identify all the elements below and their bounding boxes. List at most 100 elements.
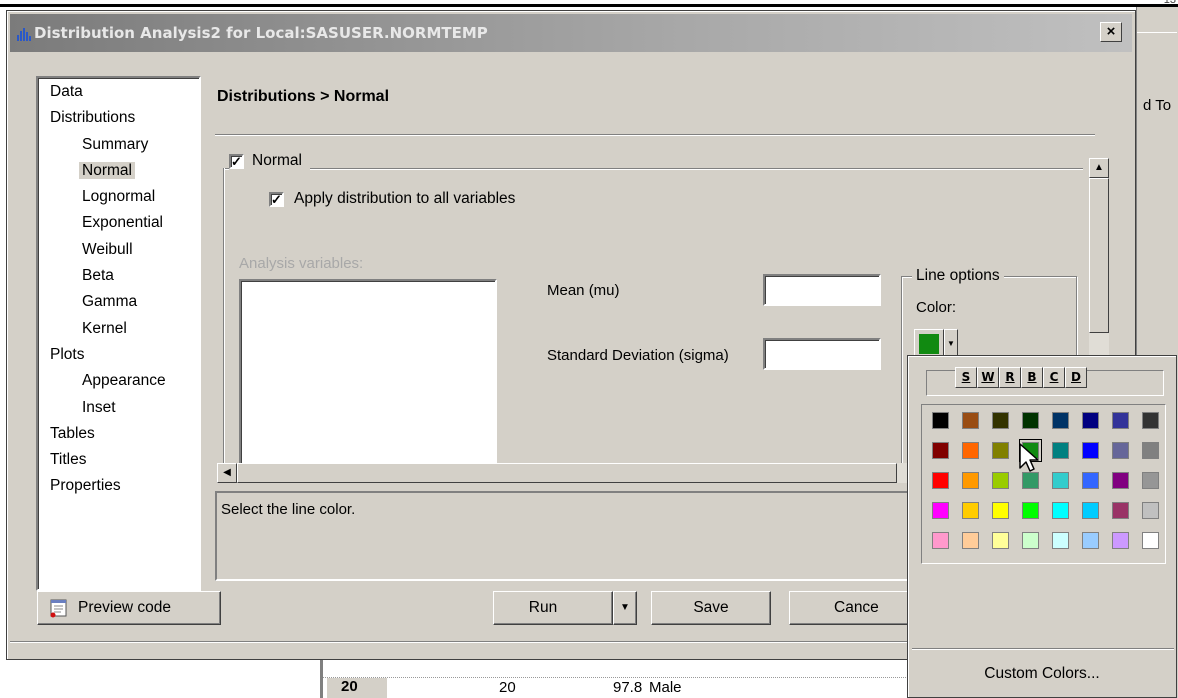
close-button[interactable]: × <box>1100 22 1122 42</box>
palette-button[interactable]: D <box>1065 367 1087 388</box>
scroll-up-icon[interactable]: ▲ <box>1089 158 1109 178</box>
nav-item-label: Distributions <box>50 109 136 127</box>
nav-item-weibull[interactable]: Weibull <box>38 241 199 267</box>
color-swatch[interactable] <box>1052 412 1069 429</box>
color-swatch[interactable] <box>932 472 949 489</box>
color-swatch[interactable] <box>1142 412 1159 429</box>
sd-input[interactable] <box>763 338 881 370</box>
color-swatch[interactable] <box>932 442 949 459</box>
color-swatch[interactable] <box>1082 412 1099 429</box>
nav-item-label: Summary <box>82 135 149 153</box>
mouse-cursor-icon <box>1019 443 1039 472</box>
nav-item-summary[interactable]: Summary <box>38 136 199 162</box>
nav-item-tables[interactable]: Tables <box>38 425 199 451</box>
nav-item-label: Titles <box>50 451 87 469</box>
custom-colors-button[interactable]: Custom Colors... <box>908 652 1176 696</box>
table-row[interactable]: 20 20 97.8 Male <box>323 677 920 698</box>
nav-item-label: Beta <box>82 267 114 285</box>
nav-item-kernel[interactable]: Kernel <box>38 320 199 346</box>
color-swatch[interactable] <box>932 412 949 429</box>
scrollbar-thumb[interactable] <box>1089 178 1109 333</box>
nav-item-inset[interactable]: Inset <box>38 399 199 425</box>
color-swatch[interactable] <box>1112 442 1129 459</box>
color-swatch[interactable] <box>1052 442 1069 459</box>
color-swatch[interactable] <box>962 532 979 549</box>
analysis-variables-list[interactable] <box>239 279 497 469</box>
color-swatch[interactable] <box>992 442 1009 459</box>
cancel-button[interactable]: Cance <box>789 591 919 625</box>
color-swatch[interactable] <box>1082 502 1099 519</box>
color-swatch[interactable] <box>1112 412 1129 429</box>
color-swatch[interactable] <box>962 472 979 489</box>
title-bar[interactable]: Distribution Analysis2 for Local:SASUSER… <box>10 14 1132 52</box>
color-swatch[interactable] <box>992 472 1009 489</box>
sd-label: Standard Deviation (sigma) <box>547 347 729 364</box>
apply-all-checkbox[interactable]: ✓ Apply distribution to all variables <box>269 190 515 208</box>
checkmark-icon: ✓ <box>269 191 284 207</box>
preview-code-button[interactable]: Preview code <box>37 591 221 625</box>
nav-item-titles[interactable]: Titles <box>38 451 199 477</box>
checkmark-icon: ✓ <box>229 153 244 169</box>
palette-button[interactable]: B <box>1021 367 1043 388</box>
nav-item-appearance[interactable]: Appearance <box>38 372 199 398</box>
color-swatch[interactable] <box>1082 532 1099 549</box>
color-swatch[interactable] <box>962 412 979 429</box>
horizontal-scrollbar[interactable]: ◀ <box>217 463 917 483</box>
nav-item-exponential[interactable]: Exponential <box>38 214 199 240</box>
nav-item-lognormal[interactable]: Lognormal <box>38 188 199 214</box>
mean-input[interactable] <box>763 274 881 306</box>
automatic-color-button[interactable]: Automatic SWRBCD <box>926 367 1164 396</box>
color-swatch[interactable] <box>1142 442 1159 459</box>
nav-item-distributions[interactable]: Distributions <box>38 109 199 135</box>
color-swatch[interactable] <box>992 502 1009 519</box>
color-swatch[interactable] <box>992 532 1009 549</box>
color-swatch[interactable] <box>1112 502 1129 519</box>
nav-item-normal[interactable]: Normal <box>38 161 199 188</box>
row-number: 20 <box>327 678 387 698</box>
nav-item-gamma[interactable]: Gamma <box>38 293 199 319</box>
chevron-down-icon[interactable]: ▼ <box>613 591 637 625</box>
color-swatch[interactable] <box>1052 502 1069 519</box>
color-swatch[interactable] <box>992 412 1009 429</box>
color-swatch[interactable] <box>962 442 979 459</box>
color-swatch[interactable] <box>1082 472 1099 489</box>
help-text: Select the line color. <box>221 501 356 518</box>
nav-item-plots[interactable]: Plots <box>38 346 199 372</box>
run-button[interactable]: Run <box>493 591 613 625</box>
normal-checkbox-label: Normal <box>252 152 302 169</box>
color-swatch[interactable] <box>962 502 979 519</box>
color-swatch[interactable] <box>932 502 949 519</box>
color-swatch[interactable] <box>1142 532 1159 549</box>
color-swatch[interactable] <box>1022 532 1039 549</box>
nav-item-data[interactable]: Data <box>38 83 199 109</box>
color-swatch[interactable] <box>1022 472 1039 489</box>
navigation-tree: Data Distributions Summary Normal Lognormal E… <box>36 76 201 591</box>
nav-item-properties[interactable]: Properties <box>38 477 199 503</box>
color-grid <box>921 404 1166 564</box>
color-swatch[interactable] <box>1142 502 1159 519</box>
save-button[interactable]: Save <box>651 591 771 625</box>
color-swatch[interactable] <box>1022 502 1039 519</box>
nav-item-label: Weibull <box>82 240 133 258</box>
nav-item-beta[interactable]: Beta <box>38 267 199 293</box>
color-swatch[interactable] <box>1112 532 1129 549</box>
color-swatch[interactable] <box>1082 442 1099 459</box>
palette-button[interactable]: R <box>999 367 1021 388</box>
nav-item-label: Data <box>50 83 83 100</box>
color-swatch[interactable] <box>1142 472 1159 489</box>
color-swatch[interactable] <box>1112 472 1129 489</box>
color-swatch[interactable] <box>932 532 949 549</box>
scroll-left-icon[interactable]: ◀ <box>217 463 237 483</box>
dialog-title: Distribution Analysis2 for Local:SASUSER… <box>34 24 488 42</box>
palette-button[interactable]: W <box>977 367 999 388</box>
color-swatch[interactable] <box>1052 472 1069 489</box>
normal-checkbox[interactable]: ✓ Normal <box>229 152 310 170</box>
analysis-variables-label: Analysis variables: <box>239 255 364 272</box>
table-cell: 97.8 <box>613 679 643 696</box>
palette-button[interactable]: S <box>955 367 977 388</box>
palette-button[interactable]: C <box>1043 367 1065 388</box>
scrollbar-thumb[interactable] <box>237 463 897 483</box>
color-swatch[interactable] <box>1052 532 1069 549</box>
color-swatch[interactable] <box>1022 412 1039 429</box>
nav-item-label: Properties <box>50 477 121 495</box>
